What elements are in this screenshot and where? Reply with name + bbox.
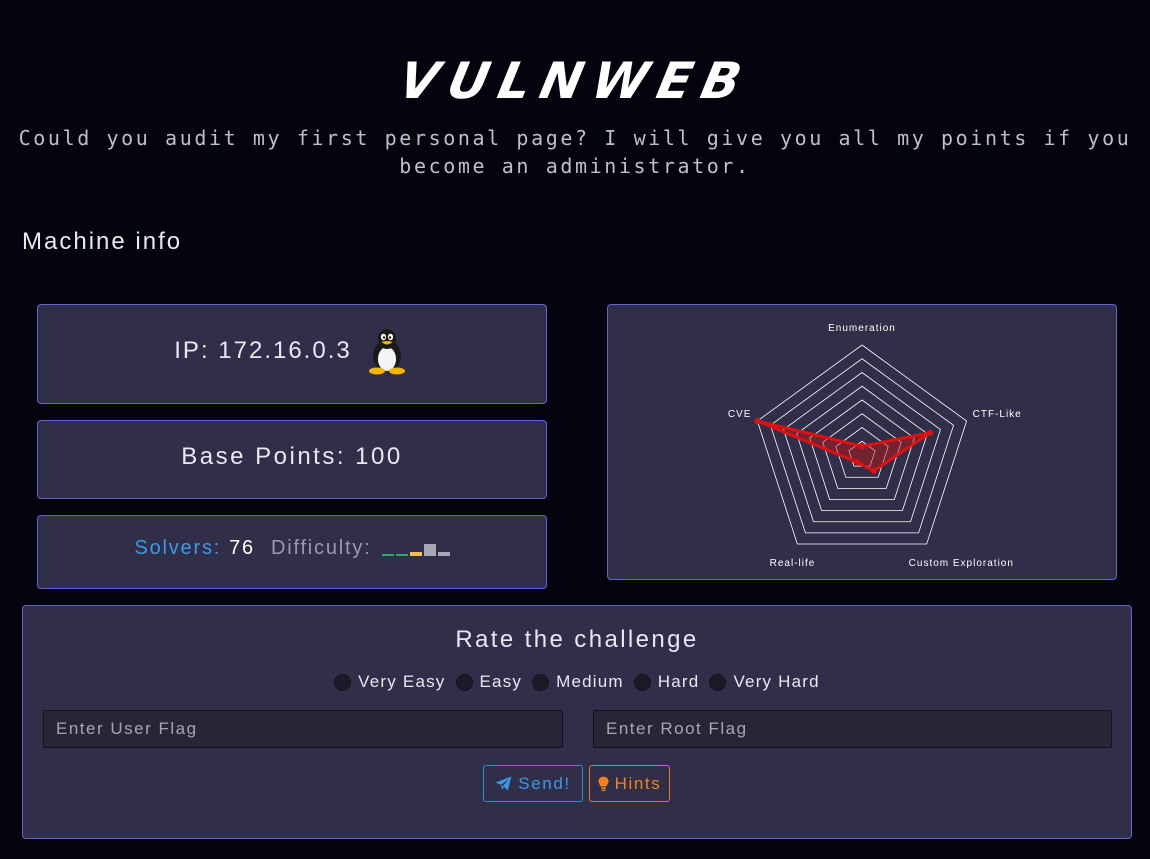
difficulty-bar	[395, 553, 408, 556]
difficulty-bar	[381, 553, 394, 556]
radar-data-point	[927, 429, 934, 436]
rating-option-very-hard[interactable]: Very Hard	[709, 672, 819, 692]
user-flag-input[interactable]	[43, 710, 563, 748]
radar-data-point	[853, 459, 860, 466]
send-button-label: Send!	[518, 773, 571, 793]
rating-option-label: Medium	[556, 672, 624, 691]
root-flag-input[interactable]	[593, 710, 1112, 748]
page-subtitle: Could you audit my first personal page? …	[18, 126, 1132, 178]
solvers-count: 76	[229, 537, 255, 559]
rate-challenge-card: Rate the challenge Very Easy Easy Medium…	[22, 605, 1132, 839]
solvers-card: Solvers: 76 Difficulty:	[37, 515, 547, 589]
radar-axis-label: Real-life	[770, 558, 816, 569]
rate-title: Rate the challenge	[455, 626, 699, 653]
rating-option-hard[interactable]: Hard	[633, 672, 700, 692]
rating-option-easy[interactable]: Easy	[455, 672, 523, 692]
radar-data-point	[870, 468, 877, 475]
linux-tux-icon	[364, 327, 410, 375]
hints-button[interactable]: Hints	[589, 765, 670, 802]
difficulty-label: Difficulty:	[270, 537, 372, 559]
radar-axis-label: CVE	[728, 409, 752, 420]
base-points-card: Base Points: 100	[37, 420, 547, 499]
app-logo: VULNWEB	[393, 52, 757, 110]
send-button[interactable]: Send!	[483, 765, 583, 802]
difficulty-bar	[437, 551, 450, 556]
radar-chart-card: Enumeration CTF-Like Custom Exploration Rea…	[607, 304, 1117, 580]
radio-button[interactable]	[455, 673, 473, 691]
radio-button[interactable]	[334, 673, 352, 691]
rating-option-medium[interactable]: Medium	[532, 672, 624, 692]
skills-radar-chart: Enumeration CTF-Like Custom Exploration Rea…	[728, 323, 1022, 569]
base-points: Base Points: 100	[181, 443, 403, 470]
rating-option-label: Very Hard	[733, 672, 820, 691]
radar-axis-label: Custom Exploration	[909, 558, 1014, 569]
rating-option-label: Easy	[479, 672, 523, 691]
section-title-machine-info: Machine info	[22, 228, 183, 255]
radio-button[interactable]	[532, 673, 550, 691]
rating-option-very-easy[interactable]: Very Easy	[334, 672, 445, 692]
radio-button[interactable]	[633, 673, 651, 691]
ip-card: IP: 172.16.0.3	[37, 304, 547, 404]
hints-button-label: Hints	[614, 773, 662, 793]
solvers-label: Solvers:	[134, 537, 222, 559]
difficulty-rating-options: Very Easy Easy Medium Hard Very Hard	[23, 672, 1131, 692]
difficulty-histogram	[381, 542, 450, 556]
radar-axis-label: CTF-Like	[973, 409, 1022, 420]
radio-button[interactable]	[709, 673, 727, 691]
rating-option-label: Very Easy	[358, 672, 446, 691]
lightbulb-icon	[598, 776, 609, 791]
ip-address: IP: 172.16.0.3	[174, 337, 352, 364]
radar-data-point	[859, 443, 865, 450]
radar-data-point	[754, 418, 761, 425]
rating-option-label: Hard	[657, 672, 700, 691]
radar-axis-label: Enumeration	[828, 323, 896, 334]
difficulty-bar	[423, 543, 436, 556]
difficulty-bar	[409, 551, 422, 556]
paper-plane-icon	[495, 776, 512, 791]
